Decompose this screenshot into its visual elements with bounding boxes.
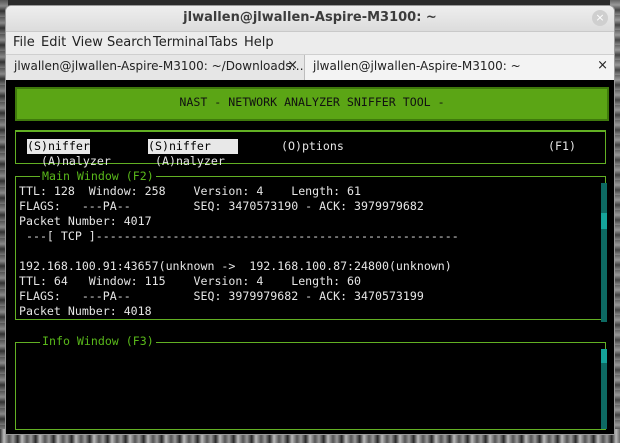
close-icon[interactable]: × [597, 58, 608, 73]
close-icon[interactable]: × [287, 58, 298, 73]
info-window-scrollbar[interactable] [601, 349, 607, 429]
menu-search[interactable]: Search [107, 35, 152, 50]
tab-home[interactable]: jlwallen@jlwallen-Aspire-M3100: ~ × [305, 55, 614, 80]
window-title: jlwallen@jlwallen-Aspire-M3100: ~ [183, 10, 437, 25]
menu-help[interactable]: Help [244, 35, 274, 50]
menu-sniffer-selected[interactable]: (S)niffer [27, 139, 90, 154]
scrollbar-thumb[interactable] [601, 349, 607, 363]
menu-terminal[interactable]: Terminal [153, 35, 208, 50]
tab-label: jlwallen@jlwallen-Aspire-M3100: ~ [313, 59, 521, 73]
menu-f1[interactable]: (F1) [548, 139, 576, 154]
scrollbar-thumb[interactable] [601, 213, 607, 229]
banner-title: NAST - NETWORK ANALYZER SNIFFER TOOL - [179, 95, 445, 109]
menu-sniffer-highlight[interactable]: (S)niffer [148, 139, 238, 154]
main-line: 192.168.100.91:43657(unknown -> 192.168.… [19, 259, 452, 273]
nast-banner: NAST - NETWORK ANALYZER SNIFFER TOOL - [15, 87, 609, 121]
main-line: TTL: 64 Window: 115 Version: 4 Length: 6… [19, 274, 362, 288]
terminal-screen[interactable]: NAST - NETWORK ANALYZER SNIFFER TOOL - (… [6, 80, 614, 434]
tab-label: jlwallen@jlwallen-Aspire-M3100: ~/Downlo… [14, 59, 304, 73]
menu-bar: File Edit View Search Terminal Tabs Help [6, 32, 614, 54]
menu-view[interactable]: View [72, 35, 103, 50]
main-window-title: Main Window (F2) [40, 169, 156, 184]
title-bar[interactable]: jlwallen@jlwallen-Aspire-M3100: ~ × [6, 6, 614, 32]
menu-tabs[interactable]: Tabs [209, 35, 238, 50]
main-line: ---[ TCP ]------------------------------… [19, 229, 459, 243]
menu-options[interactable]: (O)ptions [281, 139, 344, 154]
main-line: Packet Number: 4017 [19, 214, 152, 228]
terminal-window: jlwallen@jlwallen-Aspire-M3100: ~ × File… [5, 5, 615, 435]
tab-downloads[interactable]: jlwallen@jlwallen-Aspire-M3100: ~/Downlo… [6, 55, 305, 80]
menu-edit[interactable]: Edit [41, 35, 66, 50]
menu-file[interactable]: File [13, 35, 35, 50]
menu-analyzer-1[interactable]: (A)nalyzer [41, 154, 111, 169]
main-line: Packet Number: 4018 [19, 304, 152, 318]
main-window-scrollbar[interactable] [601, 183, 607, 322]
info-window-box [15, 342, 606, 430]
main-line: FLAGS: ---PA-- SEQ: 3470573190 - ACK: 39… [19, 199, 424, 213]
info-window-title: Info Window (F3) [40, 334, 156, 349]
window-close-button[interactable]: × [592, 10, 608, 26]
menu-analyzer-2[interactable]: (A)nalyzer [155, 154, 225, 169]
tab-bar: jlwallen@jlwallen-Aspire-M3100: ~/Downlo… [6, 54, 614, 81]
main-line: FLAGS: ---PA-- SEQ: 3979979682 - ACK: 34… [19, 289, 424, 303]
main-line: TTL: 128 Window: 258 Version: 4 Length: … [19, 184, 362, 198]
